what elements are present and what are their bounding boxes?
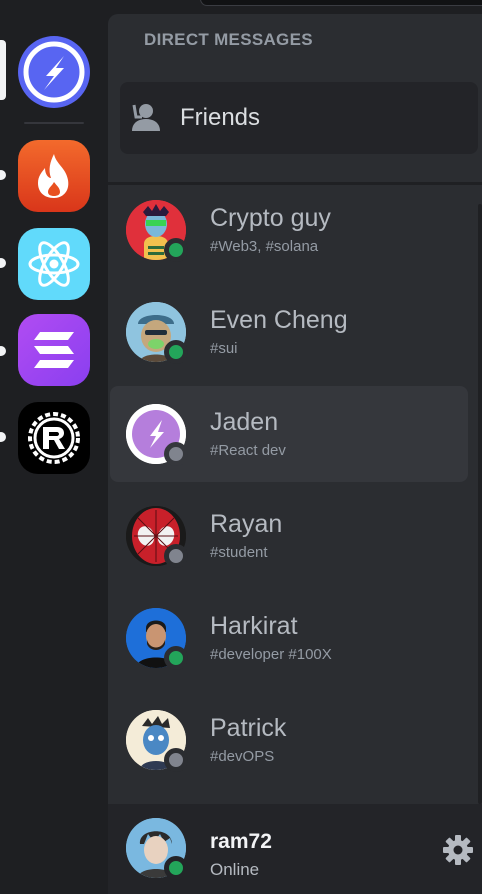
friends-button[interactable]: Friends xyxy=(120,82,478,154)
react-icon xyxy=(28,241,80,287)
dm-name: Harkirat xyxy=(210,612,298,640)
rail-separator xyxy=(24,122,84,124)
dm-panel: DIRECT MESSAGES Friends Crypto guy #Web3… xyxy=(108,14,482,894)
dm-item[interactable]: Patrick #devOPS xyxy=(110,692,468,788)
dm-item[interactable]: Harkirat #developer #100X xyxy=(110,590,468,686)
server-home[interactable] xyxy=(18,36,90,108)
status-online-icon xyxy=(164,238,188,262)
unread-pip xyxy=(0,258,6,268)
status-offline-icon xyxy=(164,748,188,772)
unread-pip xyxy=(0,170,6,180)
friends-icon xyxy=(132,104,160,131)
unread-pip xyxy=(0,346,6,356)
dm-item[interactable]: Rayan #student xyxy=(110,488,468,584)
status-offline-icon xyxy=(164,442,188,466)
status-online-icon xyxy=(164,340,188,364)
solana-icon xyxy=(34,332,74,368)
user-status-text: Online xyxy=(210,860,260,879)
dm-item[interactable]: Even Cheng #sui xyxy=(110,284,468,380)
active-indicator xyxy=(0,40,6,100)
dm-name: Patrick xyxy=(210,714,287,742)
flame-icon xyxy=(38,154,69,198)
dm-subtitle: #Web3, #solana xyxy=(210,238,319,255)
unread-pip xyxy=(0,432,6,442)
dm-name: Jaden xyxy=(210,408,279,436)
scrollbar[interactable] xyxy=(478,204,482,804)
user-panel: ram72 Online xyxy=(108,804,482,894)
server-fire[interactable] xyxy=(18,140,90,212)
server-rust[interactable] xyxy=(18,402,90,474)
dm-subtitle: #devOPS xyxy=(210,748,275,765)
server-solana[interactable] xyxy=(18,314,90,386)
server-rail xyxy=(0,14,108,894)
dm-item-active[interactable]: Jaden #React dev xyxy=(110,386,468,482)
dm-header: DIRECT MESSAGES xyxy=(144,30,313,49)
status-online-icon xyxy=(164,856,188,880)
settings-gear-icon[interactable] xyxy=(442,834,474,866)
dm-name: Rayan xyxy=(210,510,283,538)
dm-subtitle: #student xyxy=(210,544,268,561)
dm-item[interactable]: Crypto guy #Web3, #solana xyxy=(110,182,468,278)
title-bar xyxy=(0,0,482,14)
username: ram72 xyxy=(210,830,272,853)
search-bar[interactable] xyxy=(200,0,482,6)
dm-name: Even Cheng xyxy=(210,306,348,334)
dm-name: Crypto guy xyxy=(210,204,331,232)
dm-subtitle: #developer #100X xyxy=(210,646,332,663)
dm-subtitle: #sui xyxy=(210,340,238,357)
dm-subtitle: #React dev xyxy=(210,442,286,459)
status-offline-icon xyxy=(164,544,188,568)
server-react[interactable] xyxy=(18,228,90,300)
friends-label: Friends xyxy=(180,104,261,131)
rust-icon xyxy=(28,412,80,464)
bolt-icon xyxy=(23,41,85,103)
status-online-icon xyxy=(164,646,188,670)
